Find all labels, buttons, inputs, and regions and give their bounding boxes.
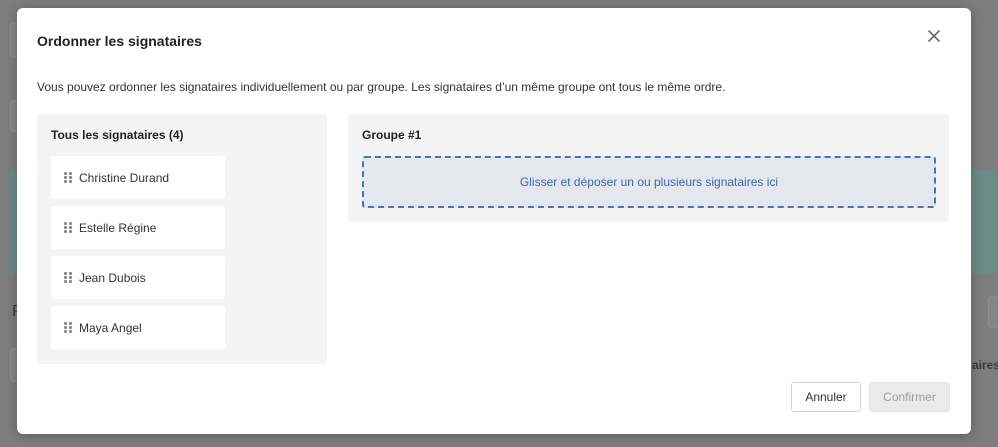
signer-card-maya-angel[interactable]: Maya Angel [51,306,225,349]
background-label: aires [972,358,998,372]
drag-handle-icon[interactable] [64,272,72,283]
dropzone-text: Glisser et déposer un ou plusieurs signa… [519,175,779,189]
drag-handle-icon[interactable] [64,322,72,333]
signer-dropzone[interactable]: Glisser et déposer un ou plusieurs signa… [362,156,936,208]
cancel-button[interactable]: Annuler [791,382,861,412]
drag-handle-icon[interactable] [64,222,72,233]
signer-name: Christine Durand [79,170,170,185]
signer-card-jean-dubois[interactable]: Jean Dubois [51,256,225,299]
signer-list: Christine Durand Estelle Régine Jean Dub… [51,156,225,356]
modal-description: Vous pouvez ordonner les signataires ind… [37,80,726,94]
signer-name: Maya Angel [79,320,142,335]
group-panel: Groupe #1 Glisser et déposer un ou plusi… [348,114,949,222]
signer-name: Jean Dubois [79,270,146,285]
group-title: Groupe #1 [362,128,422,142]
signer-name: Estelle Régine [79,220,157,235]
background-field [988,296,998,328]
modal-title: Ordonner les signataires [37,33,202,49]
confirm-button[interactable]: Confirmer [869,382,950,412]
all-signers-panel: Tous les signataires (4) Christine Duran… [37,114,327,364]
order-signers-modal: Ordonner les signataires Vous pouvez ord… [17,8,971,434]
close-icon [928,30,940,42]
all-signers-title: Tous les signataires (4) [51,128,184,142]
close-button[interactable] [922,24,946,48]
drag-handle-icon[interactable] [64,172,72,183]
signer-card-christine-durand[interactable]: Christine Durand [51,156,225,199]
signer-card-estelle-regine[interactable]: Estelle Régine [51,206,225,249]
